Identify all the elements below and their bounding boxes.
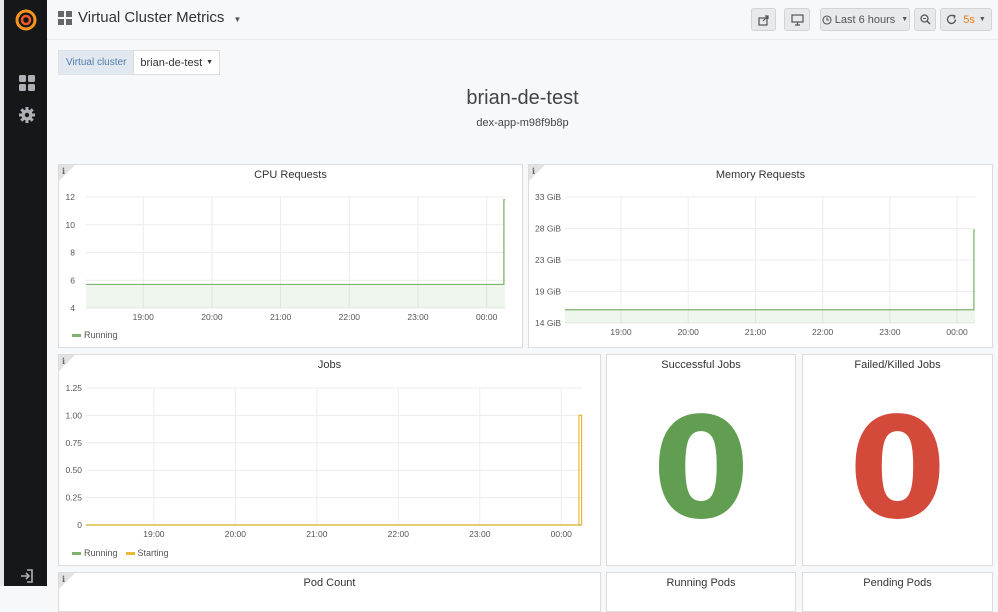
x-tick-label: 23:00: [469, 529, 491, 539]
clock-icon: [822, 14, 832, 25]
x-tick-label: 20:00: [201, 312, 223, 322]
y-tick-label: 6: [70, 275, 75, 285]
refresh-interval-label: 5s: [963, 13, 975, 26]
caret-down-icon: ▼: [206, 59, 214, 66]
grafana-logo-icon[interactable]: [14, 8, 38, 32]
x-tick-label: 21:00: [745, 327, 767, 337]
x-tick-label: 21:00: [270, 312, 292, 322]
series-line-running: [565, 229, 975, 311]
caret-down-icon: ▼: [978, 16, 986, 23]
failed-jobs-panel[interactable]: Failed/Killed Jobs 0: [802, 354, 993, 566]
variable-value: brian-de-test: [140, 56, 203, 69]
tv-mode-button[interactable]: [784, 8, 810, 31]
pod-count-panel[interactable]: i Pod Count: [58, 572, 601, 612]
app-id-text: dex-app-m98f9b8p: [476, 117, 569, 129]
x-tick-label: 19:00: [143, 529, 165, 539]
failed-jobs-value: 0: [848, 388, 947, 551]
y-tick-label: 8: [70, 248, 75, 258]
monitor-icon: [790, 13, 804, 26]
panel-title: Pod Count: [303, 577, 356, 589]
variable-label: Virtual cluster: [58, 50, 134, 75]
dashboards-icon: [58, 10, 72, 25]
y-tick-label: 33 GiB: [535, 192, 561, 202]
y-tick-label: 0.25: [65, 493, 82, 503]
cpu-requests-chart: 4 6 8 10 12 19:00 20:00 21:00 22:00 23:00 00:00: [66, 192, 505, 322]
series-area-running: [565, 230, 975, 323]
panel-title: Running Pods: [666, 577, 736, 589]
series-line-running: [86, 199, 505, 286]
pending-pods-panel[interactable]: Pending Pods: [802, 572, 993, 612]
y-tick-label: 0.75: [65, 438, 82, 448]
x-tick-label: 22:00: [339, 312, 361, 322]
legend-item-running[interactable]: Running: [72, 330, 118, 340]
jobs-chart: 0 0.25 0.50 0.75 1.00 1.25 19:00 20:00 21:00 22:0…: [65, 383, 583, 539]
dashboards-icon[interactable]: [18, 74, 36, 92]
y-tick-label: 1.00: [65, 410, 82, 420]
x-tick-label: 21:00: [306, 529, 328, 539]
series-area-running: [86, 199, 505, 308]
successful-jobs-panel[interactable]: Successful Jobs 0: [606, 354, 796, 566]
side-menu: [0, 0, 47, 586]
x-tick-label: 20:00: [225, 529, 247, 539]
y-tick-label: 28 GiB: [535, 224, 561, 234]
successful-jobs-value: 0: [652, 388, 750, 551]
panel-title: Pending Pods: [863, 577, 932, 589]
x-tick-label: 19:00: [133, 312, 155, 322]
memory-requests-chart: 14 GiB 19 GiB 23 GiB 28 GiB 33 GiB 19:00 20:00…: [535, 192, 975, 337]
zoom-out-button[interactable]: [914, 8, 936, 31]
cpu-requests-panel[interactable]: i CPU Requests 4 6 8 10 12 19:00 20:00 21:00 22:…: [58, 164, 523, 348]
share-button[interactable]: [751, 8, 776, 31]
dashboard-title: Virtual Cluster Metrics: [78, 9, 225, 26]
x-tick-label: 00:00: [551, 529, 573, 539]
panel-title: Successful Jobs: [661, 359, 741, 371]
y-tick-label: 1.25: [65, 383, 82, 393]
x-tick-label: 00:00: [946, 327, 968, 337]
sign-in-icon[interactable]: [20, 569, 34, 583]
chart-legend: Running: [72, 330, 118, 340]
x-tick-label: 22:00: [388, 529, 410, 539]
y-tick-label: 0.50: [65, 465, 82, 475]
caret-down-icon: ▼: [901, 16, 909, 23]
x-tick-label: 20:00: [678, 327, 700, 337]
panel-title: Failed/Killed Jobs: [854, 359, 941, 371]
top-navbar: Virtual Cluster Metrics ▼ Last 6 hours ▼: [47, 0, 998, 40]
virtual-cluster-select[interactable]: brian-de-test ▼: [133, 50, 221, 75]
memory-requests-panel[interactable]: i Memory Requests 14 GiB 19 GiB 23 GiB 28 G…: [528, 164, 993, 348]
y-tick-label: 4: [70, 303, 75, 313]
x-tick-label: 22:00: [812, 327, 834, 337]
x-tick-label: 19:00: [610, 327, 632, 337]
running-pods-panel[interactable]: Running Pods: [606, 572, 796, 612]
y-tick-label: 19 GiB: [535, 287, 561, 297]
x-tick-label: 23:00: [879, 327, 901, 337]
y-tick-label: 12: [66, 192, 76, 202]
dashboard-title-picker[interactable]: Virtual Cluster Metrics ▼: [58, 9, 241, 26]
share-icon: [757, 14, 769, 26]
search-minus-icon: [919, 14, 931, 25]
refresh-button[interactable]: 5s ▼: [940, 8, 992, 31]
y-tick-label: 23 GiB: [535, 255, 561, 265]
time-range-label: Last 6 hours: [834, 13, 896, 26]
gear-icon[interactable]: [18, 106, 36, 124]
cluster-name-heading: brian-de-test: [466, 87, 579, 109]
jobs-panel[interactable]: i Jobs 0 0.25 0.50 0.75 1.00 1.25 19:00 20:00 21…: [58, 354, 601, 566]
y-tick-label: 10: [66, 220, 76, 230]
chart-legend: Running Starting: [72, 548, 169, 558]
legend-item-starting[interactable]: Starting: [125, 548, 169, 558]
refresh-icon: [947, 14, 957, 25]
caret-down-icon: ▼: [233, 14, 242, 24]
y-tick-label: 14 GiB: [535, 318, 561, 328]
legend-item-running[interactable]: Running: [72, 548, 118, 558]
y-tick-label: 0: [77, 520, 82, 530]
x-tick-label: 23:00: [407, 312, 429, 322]
time-picker-button[interactable]: Last 6 hours ▼: [820, 8, 910, 31]
x-tick-label: 00:00: [476, 312, 498, 322]
template-variables: Virtual cluster brian-de-test ▼: [58, 50, 221, 75]
